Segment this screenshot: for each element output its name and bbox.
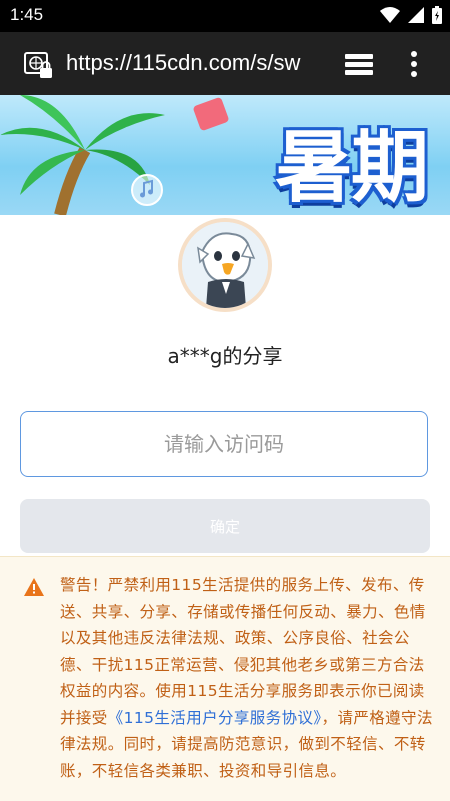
avatar [178, 218, 272, 312]
status-time: 1:45 [10, 5, 44, 24]
gift-icon [193, 97, 229, 131]
url-bar[interactable]: https://115cdn.com/s/sw [66, 50, 321, 76]
status-icons [380, 6, 442, 28]
status-bar: 1:45 [0, 0, 450, 32]
share-title: a***g的分享 [167, 344, 283, 368]
service-agreement-link[interactable]: 《115生活用户分享服务协议》 [108, 709, 322, 727]
overflow-menu-icon[interactable] [410, 50, 418, 82]
wifi-icon [380, 7, 400, 27]
music-note-icon [131, 174, 163, 206]
tabs-icon[interactable] [344, 52, 376, 80]
browser-toolbar: https://115cdn.com/s/sw [0, 32, 450, 95]
site-security-icon[interactable] [24, 52, 54, 84]
warning-icon [24, 578, 44, 600]
warning-notice: 警告！严禁利用115生活提供的服务上传、发布、传送、共享、分享、存储或传播任何反… [0, 556, 450, 801]
confirm-button[interactable]: 确定 [20, 499, 430, 553]
access-code-input[interactable] [20, 411, 428, 477]
avatar-image [182, 222, 268, 308]
battery-icon [432, 6, 442, 28]
warning-text-before: 警告！严禁利用115生活提供的服务上传、发布、传送、共享、分享、存储或传播任何反… [60, 576, 426, 727]
promo-banner[interactable]: 暑期 [0, 95, 450, 215]
signal-icon [408, 7, 424, 27]
banner-title: 暑期 [275, 123, 429, 213]
warning-text: 警告！严禁利用115生活提供的服务上传、发布、传送、共享、分享、存储或传播任何反… [60, 572, 440, 784]
